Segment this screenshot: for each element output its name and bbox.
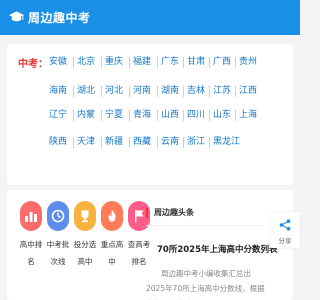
region-separator	[209, 110, 210, 121]
news-summary: 周边趣中考小编收集汇总出2025年70所上海高中分数线，根据上海70所高中汇	[146, 269, 265, 300]
region-link[interactable]: 浙江	[187, 134, 205, 150]
region-link[interactable]: 四川	[187, 107, 205, 123]
region-separator	[101, 137, 102, 148]
region-separator	[73, 137, 74, 148]
share-icon	[279, 219, 291, 231]
region-link[interactable]: 广东	[161, 54, 179, 70]
share-button[interactable]: 分享	[270, 212, 300, 248]
share-label: 分享	[278, 237, 292, 245]
region-link[interactable]: 西藏	[133, 134, 151, 150]
region-separator	[183, 57, 184, 68]
region-separator	[183, 110, 184, 121]
feature-button[interactable]	[101, 201, 123, 231]
feature-button[interactable]	[47, 201, 69, 231]
feature-label[interactable]: 投分选高中	[72, 236, 98, 270]
region-link[interactable]: 北京	[77, 54, 95, 70]
feature-label[interactable]: 中考批次线	[45, 236, 71, 270]
top-header: 周边趣中考	[0, 0, 300, 35]
region-separator	[129, 86, 130, 97]
feature-label[interactable]: 高中排名	[18, 236, 44, 270]
region-separator	[209, 57, 210, 68]
region-separator	[129, 57, 130, 68]
region-link[interactable]: 贵州	[239, 54, 257, 70]
region-separator	[129, 137, 130, 148]
region-separator	[101, 86, 102, 97]
region-link[interactable]: 吉林	[187, 83, 205, 99]
region-link[interactable]: 黑龙江	[213, 134, 240, 150]
graduation-cap-icon	[9, 11, 24, 22]
region-link[interactable]: 甘肃	[187, 54, 205, 70]
flame-icon	[108, 210, 116, 222]
region-separator	[157, 110, 158, 121]
region-separator	[157, 137, 158, 148]
region-link[interactable]: 陕西	[49, 134, 67, 150]
region-link[interactable]: 内蒙	[77, 107, 95, 123]
trophy-icon	[81, 210, 89, 223]
feature-button[interactable]	[20, 201, 42, 231]
region-link[interactable]: 江苏	[213, 83, 231, 99]
region-label: 中考：	[18, 59, 48, 70]
region-separator	[73, 110, 74, 121]
region-separator	[209, 137, 210, 148]
feature-label[interactable]: 重点高中	[99, 236, 125, 270]
region-separator	[73, 86, 74, 97]
region-link[interactable]: 重庆	[105, 54, 123, 70]
section-marker	[146, 208, 148, 218]
region-separator	[101, 57, 102, 68]
site-logo[interactable]: 周边趣中考	[9, 6, 91, 28]
region-link[interactable]: 青海	[133, 107, 151, 123]
region-link[interactable]: 天津	[77, 134, 95, 150]
region-separator	[157, 57, 158, 68]
region-separator	[209, 86, 210, 97]
region-separator	[157, 86, 158, 97]
region-link[interactable]: 辽宁	[49, 107, 67, 123]
region-link[interactable]: 上海	[239, 107, 257, 123]
region-separator	[101, 110, 102, 121]
divider	[146, 225, 264, 226]
region-link[interactable]: 安徽	[49, 54, 67, 70]
region-separator	[183, 137, 184, 148]
region-link[interactable]: 宁夏	[105, 107, 123, 123]
region-link[interactable]: 广西	[213, 54, 231, 70]
flag-icon	[135, 210, 144, 222]
region-link[interactable]: 山西	[161, 107, 179, 123]
region-link[interactable]: 山东	[213, 107, 231, 123]
region-link[interactable]: 河南	[133, 83, 151, 99]
region-separator	[235, 86, 236, 97]
feature-label[interactable]: 查高考排名	[126, 236, 152, 270]
region-link[interactable]: 福建	[133, 54, 151, 70]
region-link[interactable]: 江西	[239, 83, 257, 99]
news-section-title: 周边趣头条	[154, 208, 194, 217]
news-headline[interactable]: 70所2025年上海高中分数列表	[157, 243, 287, 255]
region-link[interactable]: 河北	[105, 83, 123, 99]
clock-icon	[51, 209, 65, 223]
bar-chart-icon	[25, 212, 37, 222]
feature-button[interactable]	[74, 201, 96, 231]
region-link[interactable]: 新疆	[105, 134, 123, 150]
region-link[interactable]: 湖南	[161, 83, 179, 99]
region-separator	[129, 110, 130, 121]
news-section-header: 周边趣头条	[146, 205, 266, 221]
region-link[interactable]: 云南	[161, 134, 179, 150]
region-separator	[235, 110, 236, 121]
region-separator	[183, 86, 184, 97]
region-link[interactable]: 海南	[49, 83, 67, 99]
region-link[interactable]: 湖北	[77, 83, 95, 99]
region-separator	[235, 57, 236, 68]
region-selector: 中考： 安徽 北京 重庆 福建 广东 甘肃 广西 贵州海南 湖北 河北 河南 湖南 吉林 江苏 江西辽宁 内蒙…	[7, 44, 293, 185]
site-title: 周边趣中考	[28, 10, 91, 25]
region-separator	[73, 57, 74, 68]
